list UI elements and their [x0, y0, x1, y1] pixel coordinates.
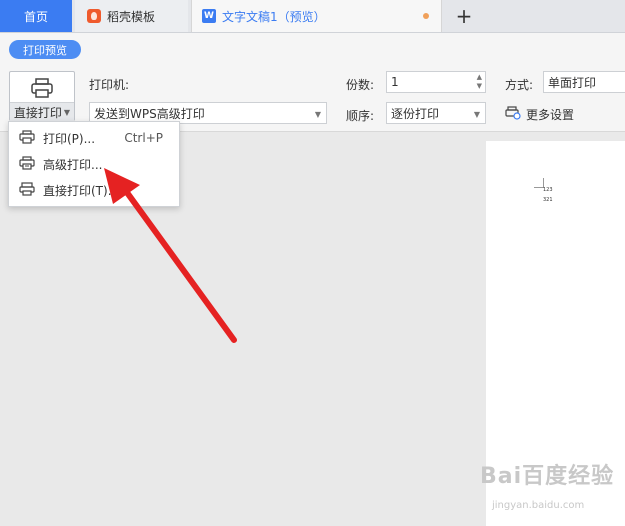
- printer-label: 打印机:: [89, 78, 130, 92]
- tab-document[interactable]: W 文字文稿1（预览）: [191, 0, 442, 32]
- tab-bar: 首页 稻壳模板 W 文字文稿1（预览） +: [0, 0, 625, 33]
- printer-icon: [19, 129, 35, 147]
- document-text-line: 123: [543, 187, 553, 193]
- new-tab-button[interactable]: +: [452, 0, 476, 32]
- menu-item-print[interactable]: 打印(P)... Ctrl+P: [9, 125, 179, 151]
- direct-print-menu: 打印(P)... Ctrl+P 高级打印... 直接打印(T)...: [8, 121, 180, 207]
- mode-select[interactable]: 单面打印: [543, 71, 625, 93]
- printer-settings-icon: [505, 106, 521, 123]
- docer-logo-icon: [87, 9, 101, 23]
- advanced-printer-icon: [19, 155, 35, 173]
- direct-print-button[interactable]: 直接打印 ▼: [9, 71, 75, 121]
- tab-template[interactable]: 稻壳模板: [75, 0, 188, 32]
- tab-template-label: 稻壳模板: [107, 9, 156, 24]
- mode-select-value: 单面打印: [548, 75, 597, 90]
- menu-item-direct-print[interactable]: 直接打印(T)...: [9, 177, 179, 203]
- printer-select-value: 发送到WPS高级打印: [94, 106, 205, 121]
- tab-home-label: 首页: [23, 9, 48, 24]
- direct-print-label: 直接打印: [13, 105, 62, 120]
- baidu-watermark-logo: Bai百度经验: [480, 464, 615, 489]
- caret-down-icon: ▼: [63, 107, 71, 117]
- direct-printer-icon: [19, 181, 35, 199]
- plus-icon: +: [455, 4, 473, 28]
- print-preview-toolbar: 打印预览 直接打印 ▼ 打印机: 发送到WPS高级打印 ▼ 份数: 1 ▲ ▼ 顺…: [0, 33, 625, 132]
- print-preview-label: 打印预览: [23, 43, 67, 57]
- mode-label: 方式:: [505, 78, 534, 92]
- copies-stepper[interactable]: 1 ▲ ▼: [386, 71, 486, 93]
- unsaved-dot-icon: [423, 13, 429, 19]
- baidu-watermark-url: jingyan.baidu.com: [492, 500, 585, 511]
- more-settings-label: 更多设置: [526, 108, 575, 122]
- menu-item-label: 直接打印(T)...: [43, 183, 120, 198]
- tab-document-label: 文字文稿1（预览）: [222, 9, 326, 24]
- writer-doc-icon: W: [202, 9, 216, 23]
- tab-home[interactable]: 首页: [0, 0, 72, 32]
- more-settings-button[interactable]: 更多设置: [505, 106, 574, 123]
- copies-value: 1: [391, 75, 399, 89]
- copies-label: 份数:: [346, 78, 375, 92]
- order-label: 顺序:: [346, 109, 375, 123]
- menu-item-advanced-print[interactable]: 高级打印...: [9, 151, 179, 177]
- order-select-value: 逐份打印: [391, 106, 440, 121]
- order-select[interactable]: 逐份打印 ▼: [386, 102, 486, 124]
- menu-item-shortcut: Ctrl+P: [124, 131, 163, 145]
- chevron-down-icon: ▼: [473, 110, 480, 119]
- menu-item-label: 高级打印...: [43, 157, 103, 172]
- document-text-line: 321: [543, 197, 553, 203]
- chevron-down-icon: ▼: [314, 110, 321, 119]
- menu-item-label: 打印(P)...: [43, 131, 96, 146]
- stepper-arrows-icon[interactable]: ▲ ▼: [477, 73, 482, 91]
- print-preview-badge: 打印预览: [9, 40, 81, 59]
- direct-print-dropdown[interactable]: 直接打印 ▼: [10, 102, 74, 121]
- printer-icon: [30, 78, 54, 101]
